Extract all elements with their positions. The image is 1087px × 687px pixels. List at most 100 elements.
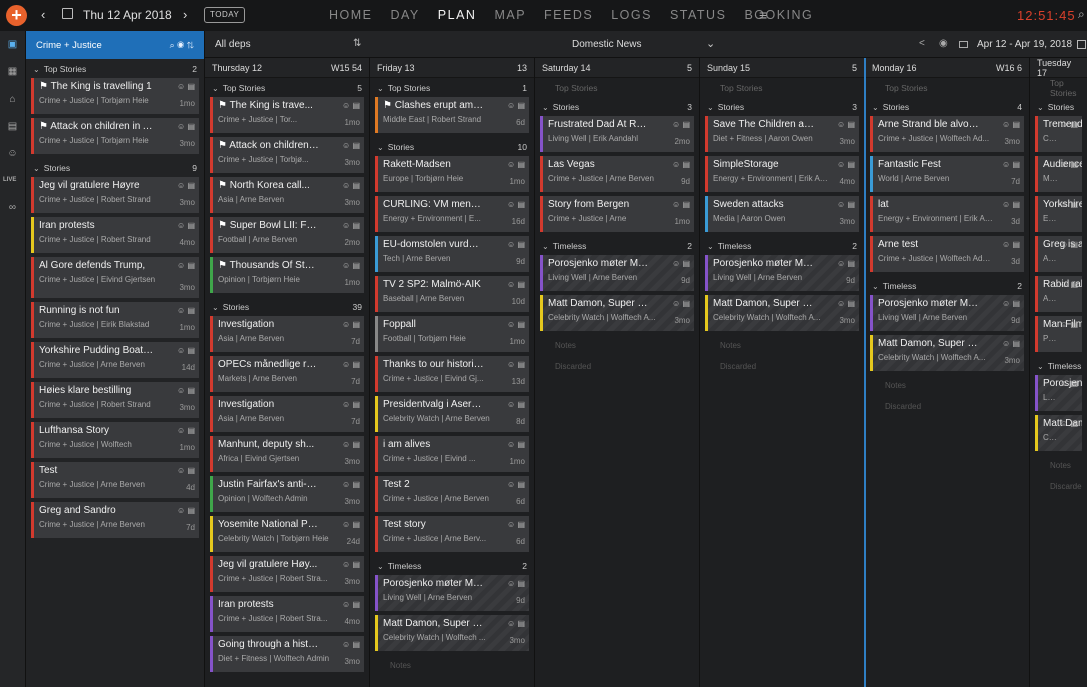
story-card[interactable]: Rabid rabbAfrica☺ ▤ (1035, 276, 1082, 312)
story-card[interactable]: Investigation Asia | Arne Berven ☺ ▤ 7d (210, 316, 364, 352)
story-card[interactable]: Jeg vil gratulere Høy... Crime + Justice … (210, 556, 364, 592)
story-card[interactable]: Matt Damon, Super Bowl Celebrity Watch | … (540, 295, 694, 331)
story-card[interactable]: Yosemite National Park Co... Celebrity Wa… (210, 516, 364, 552)
section-header[interactable]: ⌄ Stories (1030, 97, 1087, 116)
story-card[interactable]: Porosjenko møter Merkel i Ber... Living W… (705, 255, 859, 291)
section-header[interactable]: ⌄ Timeless 2 (535, 236, 699, 255)
story-card[interactable]: Rakett-Madsen Europe | Torbjørn Heie ☺ ▤ 1m… (375, 156, 529, 192)
ghost-section[interactable]: Discarded (535, 356, 699, 377)
story-card[interactable]: Lufthansa Story Crime + Justice | Wolftec… (31, 422, 199, 458)
story-card[interactable]: Thousands Of Studen... Opinion | Torbjørn… (210, 257, 364, 293)
story-card[interactable]: OPECs månedlige rapport leg... Markets | … (210, 356, 364, 392)
next-day-icon[interactable]: › (183, 7, 187, 22)
story-card[interactable]: Investigation Asia | Arne Berven ☺ ▤ 7d (210, 396, 364, 432)
hamburger-menu-icon[interactable]: ≡ (759, 7, 767, 23)
nav-item-plan[interactable]: PLAN (438, 8, 477, 22)
caret-down-icon[interactable]: ⌄ (872, 103, 879, 112)
link-icon[interactable]: ∞ (6, 201, 19, 214)
ghost-section[interactable]: Notes (1030, 455, 1087, 476)
caret-down-icon[interactable]: ⌄ (1037, 362, 1044, 371)
caret-down-icon[interactable]: ⌄ (377, 84, 384, 93)
nav-item-map[interactable]: MAP (494, 8, 526, 22)
section-header[interactable]: ⌄ Top Stories 1 (370, 78, 534, 97)
caret-down-icon[interactable]: ⌄ (542, 242, 549, 251)
story-card[interactable]: i am alives Crime + Justice | Eivind ... ☺… (375, 436, 529, 472)
caret-down-icon[interactable]: ⌄ (707, 103, 714, 112)
story-card[interactable]: Justin Fairfax's anti-Conf... Opinion | W… (210, 476, 364, 512)
caret-down-icon[interactable]: ⌄ (707, 242, 714, 251)
story-card[interactable]: Arne test Crime + Justice | Wolftech Admi… (870, 236, 1024, 272)
story-card[interactable]: Man FilminParenting +☺ ▤ (1035, 316, 1082, 352)
story-card[interactable]: Test 2 Crime + Justice | Arne Berven ☺ ▤ 6d (375, 476, 529, 512)
story-card[interactable]: Al Gore defends Trump, Crime + Justice | … (31, 257, 199, 298)
story-card[interactable]: Porosjenko møter Merkel i Ber... Living W… (540, 255, 694, 291)
story-card[interactable]: Save The Children at... Diet + Fitness | … (705, 116, 859, 152)
story-card[interactable]: Test story Crime + Justice | Arne Berv...… (375, 516, 529, 552)
today-button[interactable]: TODAY (204, 7, 246, 23)
caret-down-icon[interactable]: ⌄ (542, 103, 549, 112)
section-header[interactable]: ⌄ Timeless 2 (865, 276, 1029, 295)
story-card[interactable]: TremendoCrime + J☺ ▤ (1035, 116, 1082, 152)
story-card[interactable]: PorosjenkoLiving Well |☺ ▤ (1035, 375, 1082, 411)
ghost-section[interactable]: Discarded (700, 356, 864, 377)
story-card[interactable]: Manhunt, deputy sh... Africa | Eivind Gje… (210, 436, 364, 472)
ghost-section[interactable]: Discarde (1030, 476, 1087, 497)
ghost-section[interactable]: Notes (865, 375, 1029, 396)
layout-icon[interactable] (959, 41, 968, 48)
day-header[interactable]: Friday 13 13 (370, 58, 534, 78)
story-card[interactable]: Thanks to our historic TAX ... Crime + Ju… (375, 356, 529, 392)
day-header[interactable]: Saturday 14 5 (535, 58, 699, 78)
section-header[interactable]: ⌄ Timeless 2 (700, 236, 864, 255)
day-header[interactable]: Thursday 12 W15 54 (205, 58, 369, 78)
story-card[interactable]: CURLING: VM menn i Las Veg... Energy + En… (375, 196, 529, 232)
story-card[interactable]: Matt DamoCelebrit☺ ▤ (1035, 415, 1082, 451)
nav-item-logs[interactable]: LOGS (611, 8, 652, 22)
story-card[interactable]: Attack on children i... Crime + Justice |… (210, 137, 364, 173)
story-card[interactable]: lat Energy + Environment | Erik Aanda... ☺… (870, 196, 1024, 232)
story-card[interactable]: Super Bowl LII: Foles vs.... Football | A… (210, 217, 364, 253)
story-card[interactable]: Iran protests Crime + Justice | Robert St… (210, 596, 364, 632)
tree-icon[interactable]: ⌂ (6, 93, 19, 106)
live-label[interactable]: LIVE (3, 177, 16, 183)
caret-down-icon[interactable]: ⌄ (33, 65, 40, 74)
caret-down-icon[interactable]: ⌄ (377, 562, 384, 571)
nav-item-booking[interactable]: BOOKING (744, 8, 813, 22)
story-card[interactable]: Arne Strand ble alvorlig s... Crime + Jus… (870, 116, 1024, 152)
story-card[interactable]: Going through a historic Diet + Fitness |… (210, 636, 364, 672)
story-card[interactable]: Story from Bergen Crime + Justice | Arne ☺… (540, 196, 694, 232)
ghost-section[interactable]: Notes (700, 335, 864, 356)
story-card[interactable]: The King is trave... Crime + Justice | To… (210, 97, 364, 133)
section-header[interactable]: ⌄ Top Stories 5 (205, 78, 369, 97)
nav-item-home[interactable]: HOME (329, 8, 373, 22)
ghost-section[interactable]: Notes (535, 335, 699, 356)
story-card[interactable]: Test Crime + Justice | Arne Berven ☺ ▤ 4d (31, 462, 199, 498)
share-icon[interactable]: < (919, 38, 925, 49)
story-card[interactable]: Matt Damon, Super Bowl Celebrity Watch | … (375, 615, 529, 651)
story-card[interactable]: EU-domstolen vurderer Uber-... Tech | Arn… (375, 236, 529, 272)
section-header[interactable]: ⌄ Stories 3 (535, 97, 699, 116)
caret-down-icon[interactable]: ⌄ (1037, 103, 1044, 112)
section-header[interactable]: ⌄ Stories 39 (205, 297, 369, 316)
desk-selector[interactable]: Domestic News (572, 39, 641, 50)
date-range[interactable]: Apr 12 - Apr 19, 2018 (977, 39, 1072, 50)
desk-icon[interactable]: ▣ (6, 38, 19, 51)
section-header[interactable]: ⌄ Stories 4 (865, 97, 1029, 116)
nav-item-status[interactable]: STATUS (670, 8, 726, 22)
day-header[interactable]: Sunday 15 5 (700, 58, 864, 78)
desk-tools-icon[interactable]: ⌕ ◉ ⇅ (170, 40, 194, 51)
story-card[interactable]: TV 2 SP2: Malmö-AIK Baseball | Arne Berve… (375, 276, 529, 312)
sort-icon[interactable]: ⇅ (353, 38, 361, 49)
people-icon[interactable]: ☺ (6, 147, 19, 160)
story-card[interactable]: Foppall Football | Torbjørn Heie ☺ ▤ 1mo (375, 316, 529, 352)
story-card[interactable]: North Korea call... Asia | Arne Berven ☺ ▤… (210, 177, 364, 213)
story-card[interactable]: Attack on children in Af... Crime + Justi… (31, 118, 199, 154)
day-header[interactable]: Tuesday 17 (1030, 58, 1087, 78)
department-filter[interactable]: All deps (215, 39, 251, 50)
eye-icon[interactable]: ◉ (939, 38, 948, 49)
caret-down-icon[interactable]: ⌄ (212, 303, 219, 312)
story-card[interactable]: Presidentvalg i Aserbajdsjan Celebrity Wa… (375, 396, 529, 432)
ghost-section[interactable]: Notes (370, 655, 534, 676)
section-header[interactable]: ⌄ Stories 9 (26, 158, 204, 177)
story-card[interactable]: Matt Damon, Super Bowl Celebrity Watch | … (870, 335, 1024, 371)
story-card[interactable]: Høies klare bestilling Crime + Justice | … (31, 382, 199, 418)
